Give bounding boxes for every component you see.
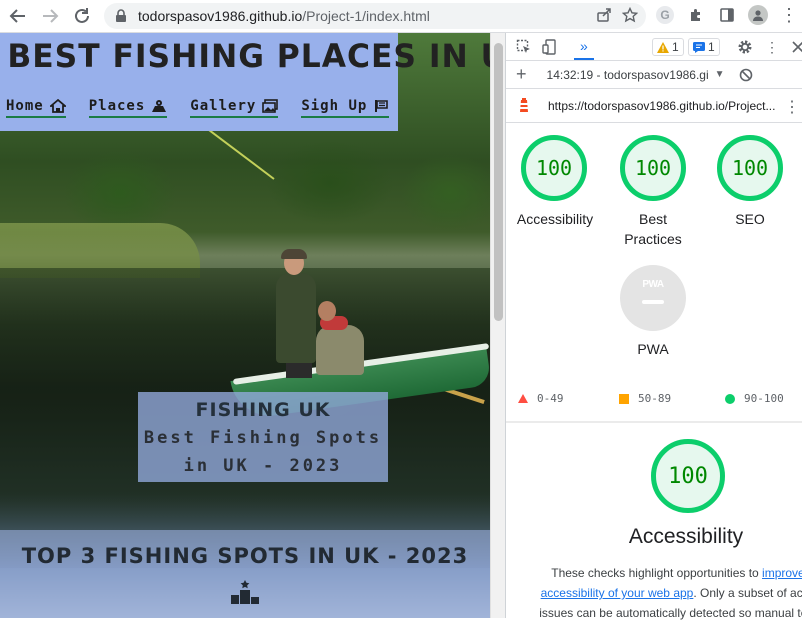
profile-avatar[interactable] — [747, 4, 769, 26]
report-menu-icon[interactable]: ⋮ — [784, 97, 800, 117]
podium-icon — [231, 580, 259, 604]
nav-places-label: Places — [88, 98, 146, 114]
category-gauge: 100 — [651, 439, 725, 513]
legend-pass: 90-100 — [725, 392, 784, 405]
legend-range: 0-49 — [537, 392, 564, 405]
report-session-select[interactable]: 14:32:19 - todorspasov1986.gi — [547, 68, 709, 82]
hero-caption: FISHING UK Best Fishing Spots in UK - 20… — [138, 392, 388, 482]
site-title: BEST FISHING PLACES IN UK — [7, 37, 490, 75]
more-tabs-button[interactable]: » — [574, 38, 594, 60]
gauge-accessibility[interactable]: 100 — [521, 135, 587, 201]
desc-text: . Only a subset of acce — [693, 586, 802, 600]
nav-signup-label: Sigh Up — [301, 98, 368, 114]
score-value: 100 — [535, 156, 573, 180]
devtools-toolbar: » 1 1 ⋮ — [506, 33, 802, 61]
section-title: TOP 3 FISHING SPOTS IN UK - 2023 — [21, 544, 469, 568]
green-circle-icon — [725, 393, 735, 404]
back-arrow-icon — [9, 9, 25, 23]
main-nav: Home Places Gallery Sigh Up — [6, 98, 390, 118]
share-icon[interactable] — [596, 7, 612, 23]
browser-menu-icon[interactable]: ⋮ — [778, 4, 800, 26]
lighthouse-toolbar: + 14:32:19 - todorspasov1986.gi ▼ — [506, 61, 802, 89]
report-url: https://todorspasov1986.github.io/Projec… — [548, 98, 776, 113]
close-devtools-icon[interactable] — [788, 37, 802, 57]
accessibility-link[interactable]: accessibility of your web app — [541, 586, 694, 600]
score-value: 100 — [731, 156, 769, 180]
gauge-best-practices[interactable]: 100 — [620, 135, 686, 201]
score-summary: 100 Accessibility 100 Best Practices 100… — [506, 123, 802, 423]
site-header: BEST FISHING PLACES IN UK Home Places Ga… — [0, 33, 490, 131]
scrollbar-thumb[interactable] — [494, 43, 503, 321]
info-count: 1 — [708, 40, 715, 54]
gauge-pwa[interactable]: PWA — [620, 265, 686, 331]
category-score: 100 — [668, 463, 708, 489]
hero-subtitle: Best Fishing Spots in UK - 2023 — [138, 424, 388, 480]
category-title: Accessibility — [628, 525, 744, 548]
improve-link[interactable]: improve — [762, 566, 802, 580]
report-url-bar: https://todorspasov1986.github.io/Projec… — [506, 89, 802, 123]
back-button[interactable] — [3, 1, 33, 31]
gauge-label-seo: SEO — [735, 211, 765, 227]
side-panel-icon[interactable] — [716, 4, 738, 26]
extensions-puzzle-icon[interactable] — [685, 4, 707, 26]
nav-gallery-label: Gallery — [190, 98, 257, 114]
flag-icon — [375, 100, 389, 112]
pwa-badge-text: PWA — [642, 279, 664, 290]
images-icon — [262, 99, 279, 113]
devtools-menu-icon[interactable]: ⋮ — [762, 37, 782, 57]
person-icon — [753, 10, 763, 21]
device-toolbar-icon[interactable] — [540, 37, 560, 57]
hero-subtitle-line2: in UK - 2023 — [183, 456, 343, 476]
nav-home-label: Home — [6, 98, 44, 114]
address-bar[interactable]: todorspasov1986.github.io/Project-1/inde… — [104, 3, 646, 29]
gauge-label-pwa: PWA — [637, 341, 669, 357]
desc-text: These checks highlight opportunities to — [551, 566, 763, 580]
url-text: todorspasov1986.github.io/Project-1/inde… — [138, 8, 430, 24]
issues-badge[interactable]: 1 — [688, 38, 720, 56]
legend-fail: 0-49 — [518, 392, 564, 405]
new-report-icon[interactable]: + — [516, 64, 527, 85]
section-divider — [506, 421, 802, 423]
extension-g-icon[interactable]: G — [654, 4, 676, 26]
nav-home[interactable]: Home — [6, 98, 66, 118]
lighthouse-logo-icon — [520, 97, 528, 112]
score-value: 100 — [634, 156, 672, 180]
forward-arrow-icon — [43, 9, 59, 23]
top-spots-section: TOP 3 FISHING SPOTS IN UK - 2023 — [0, 530, 490, 618]
house-icon — [49, 99, 66, 113]
hero-title: FISHING UK — [195, 399, 331, 421]
nav-gallery[interactable]: Gallery — [190, 98, 279, 118]
browser-toolbar: todorspasov1986.github.io/Project-1/inde… — [0, 0, 802, 33]
warning-count: 1 — [672, 40, 679, 54]
warning-triangle-icon — [657, 41, 669, 53]
red-triangle-icon — [518, 394, 528, 403]
dropdown-caret-icon[interactable]: ▼ — [715, 69, 725, 80]
nav-places[interactable]: Places — [88, 98, 168, 118]
clear-reports-icon[interactable] — [739, 68, 753, 82]
legend-average: 50-89 — [619, 392, 671, 405]
gauge-seo[interactable]: 100 — [717, 135, 783, 201]
map-pins-icon — [152, 100, 167, 112]
orange-square-icon — [619, 393, 629, 404]
legend-range: 90-100 — [744, 392, 784, 405]
hero-subtitle-line1: Best Fishing Spots — [143, 428, 383, 448]
warnings-badge[interactable]: 1 — [652, 38, 684, 56]
inspect-element-icon[interactable] — [514, 37, 534, 57]
reload-icon — [75, 8, 89, 23]
settings-gear-icon[interactable] — [735, 37, 755, 57]
legend-range: 50-89 — [638, 392, 672, 405]
bookmark-star-icon[interactable] — [622, 7, 638, 23]
forward-button[interactable] — [35, 1, 65, 31]
devtools-panel: » 1 1 ⋮ + 14:32:19 - todorspasov1986.gi … — [505, 33, 802, 620]
category-description: These checks highlight opportunities to … — [518, 563, 802, 623]
page-viewport: BEST FISHING PLACES IN UK Home Places Ga… — [0, 33, 490, 618]
message-icon — [693, 41, 705, 53]
gauge-label-accessibility: Accessibility — [516, 211, 594, 227]
lock-icon — [116, 9, 126, 22]
nav-signup[interactable]: Sigh Up — [301, 98, 390, 118]
gauge-label-best-practices: Best Practices — [624, 211, 682, 247]
page-scrollbar[interactable] — [490, 33, 505, 618]
reload-button[interactable] — [67, 1, 97, 31]
